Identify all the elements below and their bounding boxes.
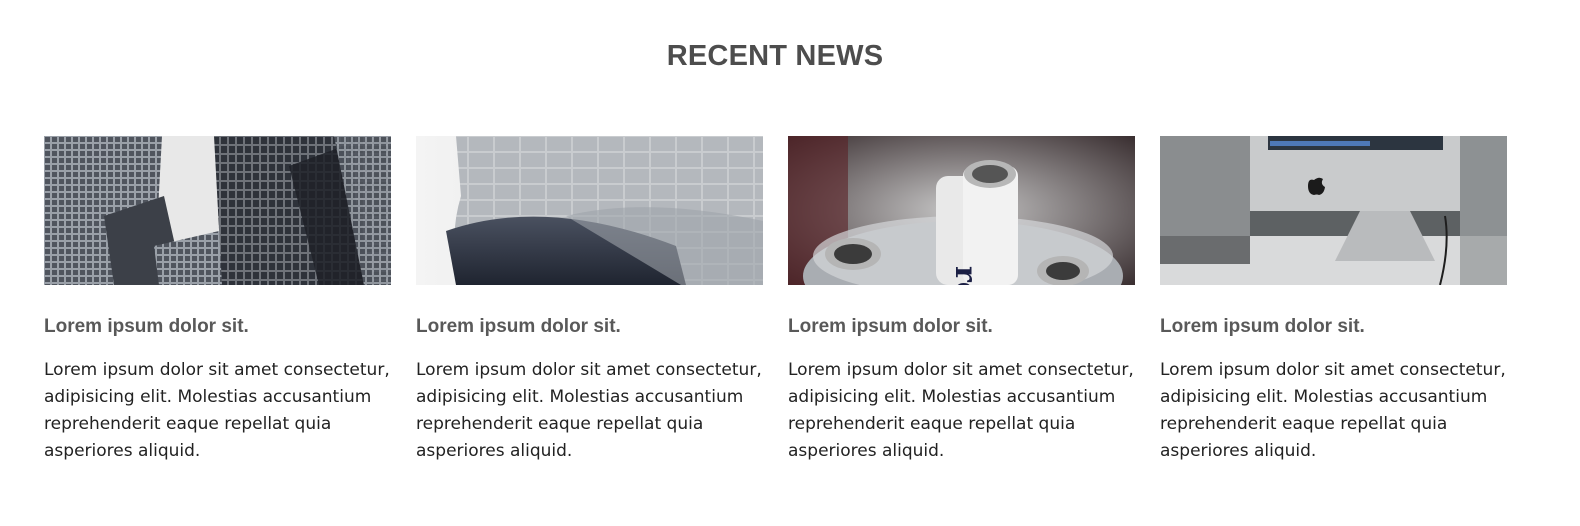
news-image-curved-building[interactable] <box>416 136 763 285</box>
news-excerpt: Lorem ipsum dolor sit amet consectetur, … <box>44 360 390 461</box>
news-image-imac[interactable] <box>1160 136 1507 285</box>
news-image-skyscrapers[interactable] <box>44 136 391 285</box>
news-title[interactable]: Lorem ipsum dolor sit. <box>44 316 391 338</box>
section-title: RECENT NEWS <box>666 40 884 72</box>
svg-text:re: re <box>948 266 983 285</box>
news-title[interactable]: Lorem ipsum dolor sit. <box>788 316 1135 338</box>
news-title[interactable]: Lorem ipsum dolor sit. <box>416 316 763 338</box>
news-card: re Lorem ipsum dolor sit. Lorem ipsum do… <box>788 136 1135 465</box>
news-excerpt: Lorem ipsum dolor sit amet consectetur, … <box>416 360 762 461</box>
news-excerpt: Lorem ipsum dolor sit amet consectetur, … <box>788 360 1134 461</box>
news-card: Lorem ipsum dolor sit. Lorem ipsum dolor… <box>44 136 391 465</box>
news-title[interactable]: Lorem ipsum dolor sit. <box>1160 316 1507 338</box>
news-card: Lorem ipsum dolor sit. Lorem ipsum dolor… <box>1160 136 1507 465</box>
news-image-bottles[interactable]: re <box>788 136 1135 285</box>
news-excerpt: Lorem ipsum dolor sit amet consectetur, … <box>1160 360 1506 461</box>
news-card: Lorem ipsum dolor sit. Lorem ipsum dolor… <box>416 136 763 465</box>
